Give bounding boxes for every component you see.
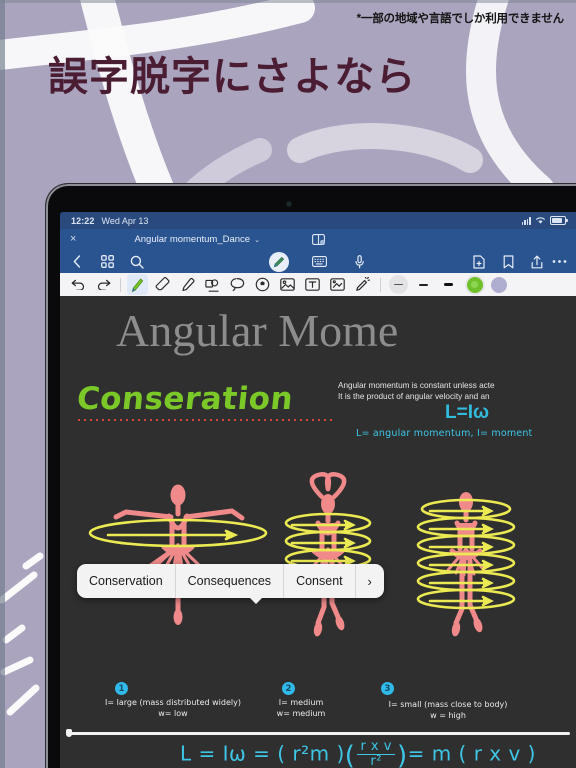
figure-caption-3-line-2: w = high — [430, 710, 466, 720]
note-canvas[interactable]: Angular Mome Conseration Angular momentu… — [60, 296, 576, 768]
suggestion-item-1[interactable]: Conservation — [77, 564, 176, 598]
bottom-formula-prefix: L = Iω = ( r²m ) — [180, 741, 345, 766]
color-swatch-green[interactable] — [464, 274, 485, 295]
microphone-icon[interactable] — [348, 251, 370, 273]
toolbar-divider-2 — [380, 277, 381, 292]
sticker-tool-icon[interactable] — [252, 274, 273, 295]
chevron-right-icon[interactable]: › — [356, 564, 384, 598]
bottom-formula-numerator: r x v — [357, 740, 395, 755]
page-divider — [70, 732, 570, 735]
figure-caption-2: I= medium w= medium — [256, 698, 346, 720]
document-title-text: Angular momentum_Dance — [134, 234, 251, 245]
figure-caption-3: I= small (mass close to body) w = high — [348, 700, 548, 722]
text-box-tool-icon[interactable] — [302, 274, 323, 295]
color-swatch-lavender[interactable] — [488, 274, 509, 295]
stroke-width-thin[interactable] — [388, 274, 409, 295]
stroke-width-thick[interactable] — [438, 274, 459, 295]
promo-screenshot: *一部の地域や言語でしか利用できません 誤字脱字にさよなら 12:22 Wed … — [0, 0, 576, 768]
share-icon[interactable] — [526, 251, 548, 273]
grid-view-icon[interactable] — [96, 251, 118, 273]
lasso-tool-icon[interactable] — [227, 274, 248, 295]
pen-tool-strip — [60, 273, 576, 296]
suggestion-item-3[interactable]: Consent — [284, 564, 356, 598]
figure-badge-1: 1 — [115, 682, 128, 695]
note-paragraph-line-2: It is the product of angular velocity an… — [338, 392, 490, 402]
spellcheck-suggestion-popup: Conservation Consequences Consent › — [77, 564, 384, 604]
search-icon[interactable] — [126, 251, 148, 273]
figure-caption-2-line-1: I= medium — [278, 698, 324, 707]
status-bar: 12:22 Wed Apr 13 — [60, 212, 576, 229]
figure-caption-1: I= large (mass distributed widely) w= lo… — [78, 698, 268, 720]
wifi-icon — [536, 217, 545, 224]
document-title-bar: × Angular momentum_Dance ⌄ — [60, 229, 576, 250]
keyboard-icon[interactable] — [308, 251, 330, 273]
pen-mode-icon[interactable] — [268, 251, 290, 273]
battery-icon — [550, 216, 568, 225]
back-icon[interactable] — [66, 251, 88, 273]
redo-icon[interactable] — [93, 274, 114, 295]
undo-icon[interactable] — [67, 274, 88, 295]
status-date: Wed Apr 13 — [101, 215, 149, 226]
figure-badge-3: 3 — [381, 682, 394, 695]
figure-badge-2: 2 — [282, 682, 295, 695]
split-view-book-icon[interactable] — [312, 234, 325, 245]
popup-pointer — [249, 597, 263, 604]
stroke-width-medium[interactable] — [413, 274, 434, 295]
promo-headline: 誤字脱字にさよなら — [48, 54, 417, 100]
inline-formula: L=Iω — [445, 402, 490, 423]
new-page-icon[interactable] — [468, 251, 490, 273]
chevron-down-icon: ⌄ — [254, 236, 260, 244]
laser-pointer-icon[interactable] — [352, 274, 373, 295]
handwritten-legend: L= angular momentum, I= moment — [356, 428, 533, 439]
toolbar-divider — [120, 277, 121, 292]
status-time: 12:22 — [71, 215, 95, 226]
main-toolbar — [60, 250, 576, 273]
left-edge-shadow — [0, 0, 5, 768]
bottom-formula-denominator: r² — [370, 753, 382, 768]
handwritten-heading: Conseration — [75, 381, 296, 417]
tablet-device: 12:22 Wed Apr 13 × Angular momentum_Danc… — [46, 184, 576, 768]
note-paragraph-line-1: Angular momentum is constant unless acte — [338, 381, 495, 390]
highlighter-tool-icon[interactable] — [177, 274, 198, 295]
bottom-formula-suffix: = m ( r x v ) — [407, 741, 536, 766]
eraser-tool-icon[interactable] — [152, 274, 173, 295]
close-icon[interactable]: × — [70, 234, 76, 245]
bottom-formula: L = Iω = ( r²m )(r x v r²)= m ( r x v ) — [180, 738, 536, 768]
figure-caption-1-line-2: w= low — [158, 708, 188, 718]
spellcheck-underline — [76, 418, 332, 422]
pen-tool-icon[interactable] — [127, 274, 148, 295]
figure-caption-2-line-2: w= medium — [276, 708, 326, 718]
tablet-screen: 12:22 Wed Apr 13 × Angular momentum_Danc… — [60, 212, 576, 768]
suggestion-item-2[interactable]: Consequences — [176, 564, 285, 598]
figure-caption-3-line-1: I= small (mass close to body) — [388, 700, 508, 709]
signal-bars-icon — [521, 217, 531, 225]
top-edge-shadow — [0, 0, 576, 3]
bookmark-icon[interactable] — [497, 251, 519, 273]
front-camera-icon — [287, 202, 291, 206]
crop-tool-icon[interactable] — [327, 274, 348, 295]
figure-caption-1-line-1: I= large (mass distributed widely) — [105, 698, 241, 707]
note-page-title: Angular Mome — [116, 305, 399, 356]
document-title[interactable]: Angular momentum_Dance ⌄ — [134, 234, 260, 245]
more-icon[interactable] — [548, 251, 570, 273]
image-tool-icon[interactable] — [277, 274, 298, 295]
promo-disclaimer: *一部の地域や言語でしか利用できません — [356, 13, 565, 25]
shape-tool-icon[interactable] — [202, 274, 223, 295]
note-paragraph: Angular momentum is constant unless acte… — [338, 380, 576, 402]
